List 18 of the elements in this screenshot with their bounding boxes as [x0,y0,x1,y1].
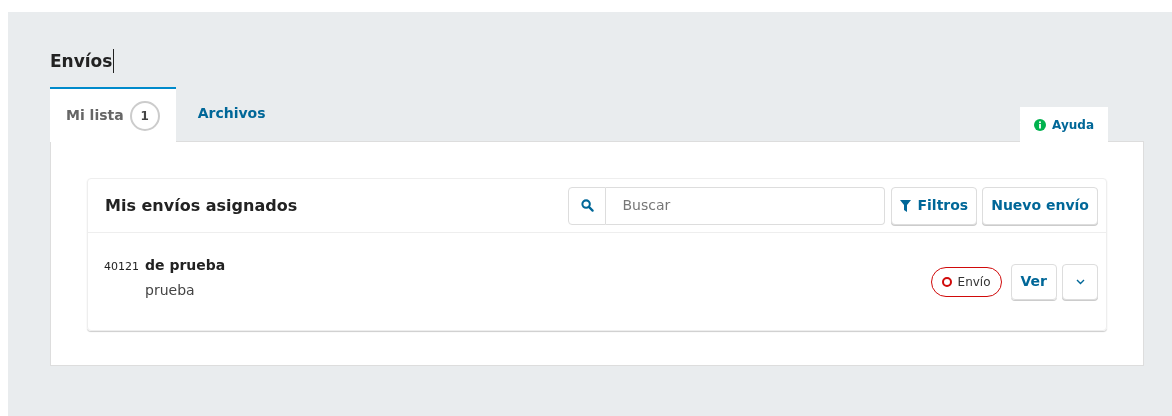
new-submission-button[interactable]: Nuevo envío [982,186,1098,225]
submission-id: 40121 [104,258,139,275]
search-icon [580,199,594,212]
filter-icon [900,199,912,212]
help-tab[interactable]: Ayuda [1020,107,1108,142]
chevron-down-icon [1075,278,1085,285]
search-button[interactable] [568,186,607,225]
page-title: Envíos [50,49,115,73]
tab[interactable]: Archivos [175,86,288,141]
filter-button[interactable]: Filtros [891,186,978,225]
submission-author: prueba [145,280,196,300]
info-icon [1034,118,1047,131]
submission-title: de prueba [145,255,226,275]
view-button[interactable]: Ver [1010,263,1057,300]
panel-title: Mis envíos asignados [105,194,299,217]
search-field[interactable]: Buscar [606,186,886,225]
count-badge: 1 [129,100,160,131]
tab[interactable]: Mi lista 1 [50,87,176,142]
